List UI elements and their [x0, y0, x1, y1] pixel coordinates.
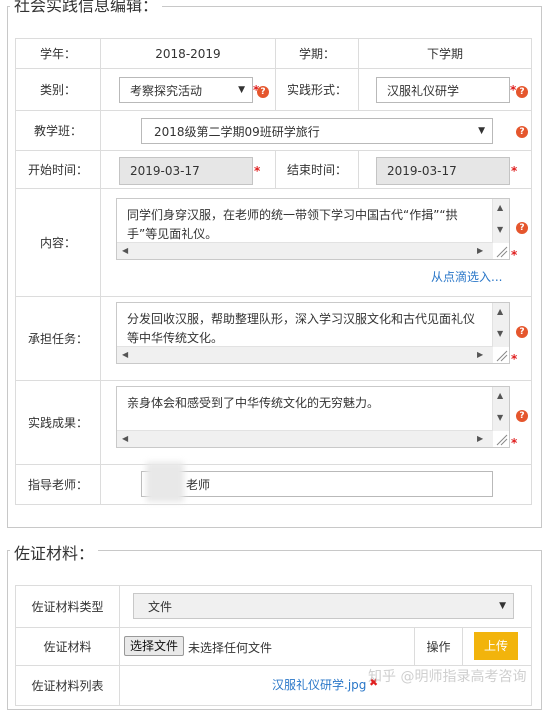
vertical-scrollbar[interactable]: ▲ ▼ [492, 199, 509, 243]
horizontal-scrollbar[interactable]: ◀ ▶ [117, 346, 493, 363]
class-label: 教学班： [15, 110, 101, 151]
resize-grip-icon[interactable] [493, 243, 508, 258]
evidence-legend: 佐证材料： [10, 540, 99, 564]
upload-button[interactable]: 上传 [474, 632, 518, 660]
practice-form-value: 汉服礼仪研学 [387, 83, 460, 98]
start-time-input: 2019-03-17 [119, 157, 253, 185]
category-select[interactable]: 考察探究活动 ▼ [119, 77, 253, 103]
vertical-scrollbar[interactable]: ▲ ▼ [492, 303, 509, 347]
edit-legend: 社会实践信息编辑： [10, 0, 163, 16]
choose-file-button[interactable]: 选择文件 [124, 636, 184, 656]
chevron-down-icon: ▼ [499, 601, 506, 611]
select-from-moments-link[interactable]: 从点滴选入... [431, 268, 502, 285]
start-time-label: 开始时间： [15, 150, 101, 189]
required-mark: * [511, 248, 518, 262]
resize-grip-icon[interactable] [493, 431, 508, 446]
result-textarea[interactable]: 亲身体会和感受到了中华传统文化的无穷魅力。 ▲ ▼ ◀ ▶ [116, 386, 510, 448]
scroll-down-icon[interactable]: ▼ [497, 413, 503, 422]
evidence-type-label: 佐证材料类型 [15, 585, 120, 628]
practice-form-input[interactable]: 汉服礼仪研学 [376, 77, 510, 103]
chevron-down-icon: ▼ [478, 126, 485, 136]
teacher-label: 指导老师： [15, 464, 101, 505]
redacted-teacher-name [146, 462, 184, 502]
help-icon[interactable]: ? [516, 410, 528, 422]
scroll-down-icon[interactable]: ▼ [497, 329, 503, 338]
task-label: 承担任务： [15, 296, 101, 381]
resize-grip-icon[interactable] [493, 347, 508, 362]
semester-value: 下学期 [358, 38, 532, 69]
scroll-left-icon[interactable]: ◀ [122, 246, 128, 255]
evidence-file-label: 佐证材料 [15, 627, 120, 666]
content-label: 内容： [15, 188, 101, 297]
vertical-scrollbar[interactable]: ▲ ▼ [492, 387, 509, 431]
scroll-up-icon[interactable]: ▲ [497, 391, 503, 400]
class-select-value: 2018级第二学期09班研学旅行 [154, 124, 320, 139]
evidence-type-select[interactable]: 文件 ▼ [133, 593, 514, 619]
required-mark: * [511, 352, 518, 366]
help-icon[interactable]: ? [257, 86, 269, 98]
help-icon[interactable]: ? [516, 126, 528, 138]
content-textarea[interactable]: 同学们身穿汉服，在老师的统一带领下学习中国古代“作揖”“拱手”等见面礼仪。 ▲ … [116, 198, 510, 260]
evidence-type-value: 文件 [148, 599, 173, 614]
task-textarea[interactable]: 分发回收汉服，帮助整理队形，深入学习汉服文化和古代见面礼仪等中华传统文化。 ▲ … [116, 302, 510, 364]
no-file-chosen-text: 未选择任何文件 [188, 641, 273, 655]
practice-form-label: 实践形式： [275, 68, 359, 111]
operation-label: 操作 [414, 627, 463, 666]
watermark-text: 知乎 @明师指录高考咨询 [368, 669, 527, 685]
teacher-input[interactable]: 老师 [141, 471, 493, 497]
result-text: 亲身体会和感受到了中华传统文化的无穷魅力。 [127, 396, 380, 410]
horizontal-scrollbar[interactable]: ◀ ▶ [117, 242, 493, 259]
end-time-input: 2019-03-17 [376, 157, 510, 185]
teacher-value: 老师 [186, 477, 211, 492]
horizontal-scrollbar[interactable]: ◀ ▶ [117, 430, 493, 447]
help-icon[interactable]: ? [516, 222, 528, 234]
content-text: 同学们身穿汉服，在老师的统一带领下学习中国古代“作揖”“拱手”等见面礼仪。 [127, 208, 458, 241]
task-text: 分发回收汉服，帮助整理队形，深入学习汉服文化和古代见面礼仪等中华传统文化。 [127, 312, 476, 345]
chevron-down-icon: ▼ [238, 85, 245, 95]
scroll-left-icon[interactable]: ◀ [122, 350, 128, 359]
scroll-up-icon[interactable]: ▲ [497, 307, 503, 316]
category-label: 类别： [15, 68, 101, 111]
required-mark: * [254, 164, 261, 178]
scroll-right-icon[interactable]: ▶ [477, 350, 483, 359]
scroll-up-icon[interactable]: ▲ [497, 203, 503, 212]
semester-label: 学期： [275, 38, 359, 69]
school-year-label: 学年： [15, 38, 101, 69]
scroll-right-icon[interactable]: ▶ [477, 246, 483, 255]
help-icon[interactable]: ? [516, 86, 528, 98]
required-mark: * [511, 436, 518, 450]
required-mark: * [511, 164, 518, 178]
scroll-left-icon[interactable]: ◀ [122, 434, 128, 443]
evidence-file-link[interactable]: 汉服礼仪研学.jpg [272, 676, 366, 693]
scroll-down-icon[interactable]: ▼ [497, 225, 503, 234]
scroll-right-icon[interactable]: ▶ [477, 434, 483, 443]
school-year-value: 2018-2019 [100, 38, 276, 69]
end-time-value: 2019-03-17 [387, 164, 457, 178]
result-label: 实践成果： [15, 380, 101, 465]
help-icon[interactable]: ? [516, 326, 528, 338]
end-time-label: 结束时间： [275, 150, 359, 189]
category-select-value: 考察探究活动 [130, 83, 203, 98]
class-select[interactable]: 2018级第二学期09班研学旅行 ▼ [141, 118, 493, 144]
start-time-value: 2019-03-17 [130, 164, 200, 178]
